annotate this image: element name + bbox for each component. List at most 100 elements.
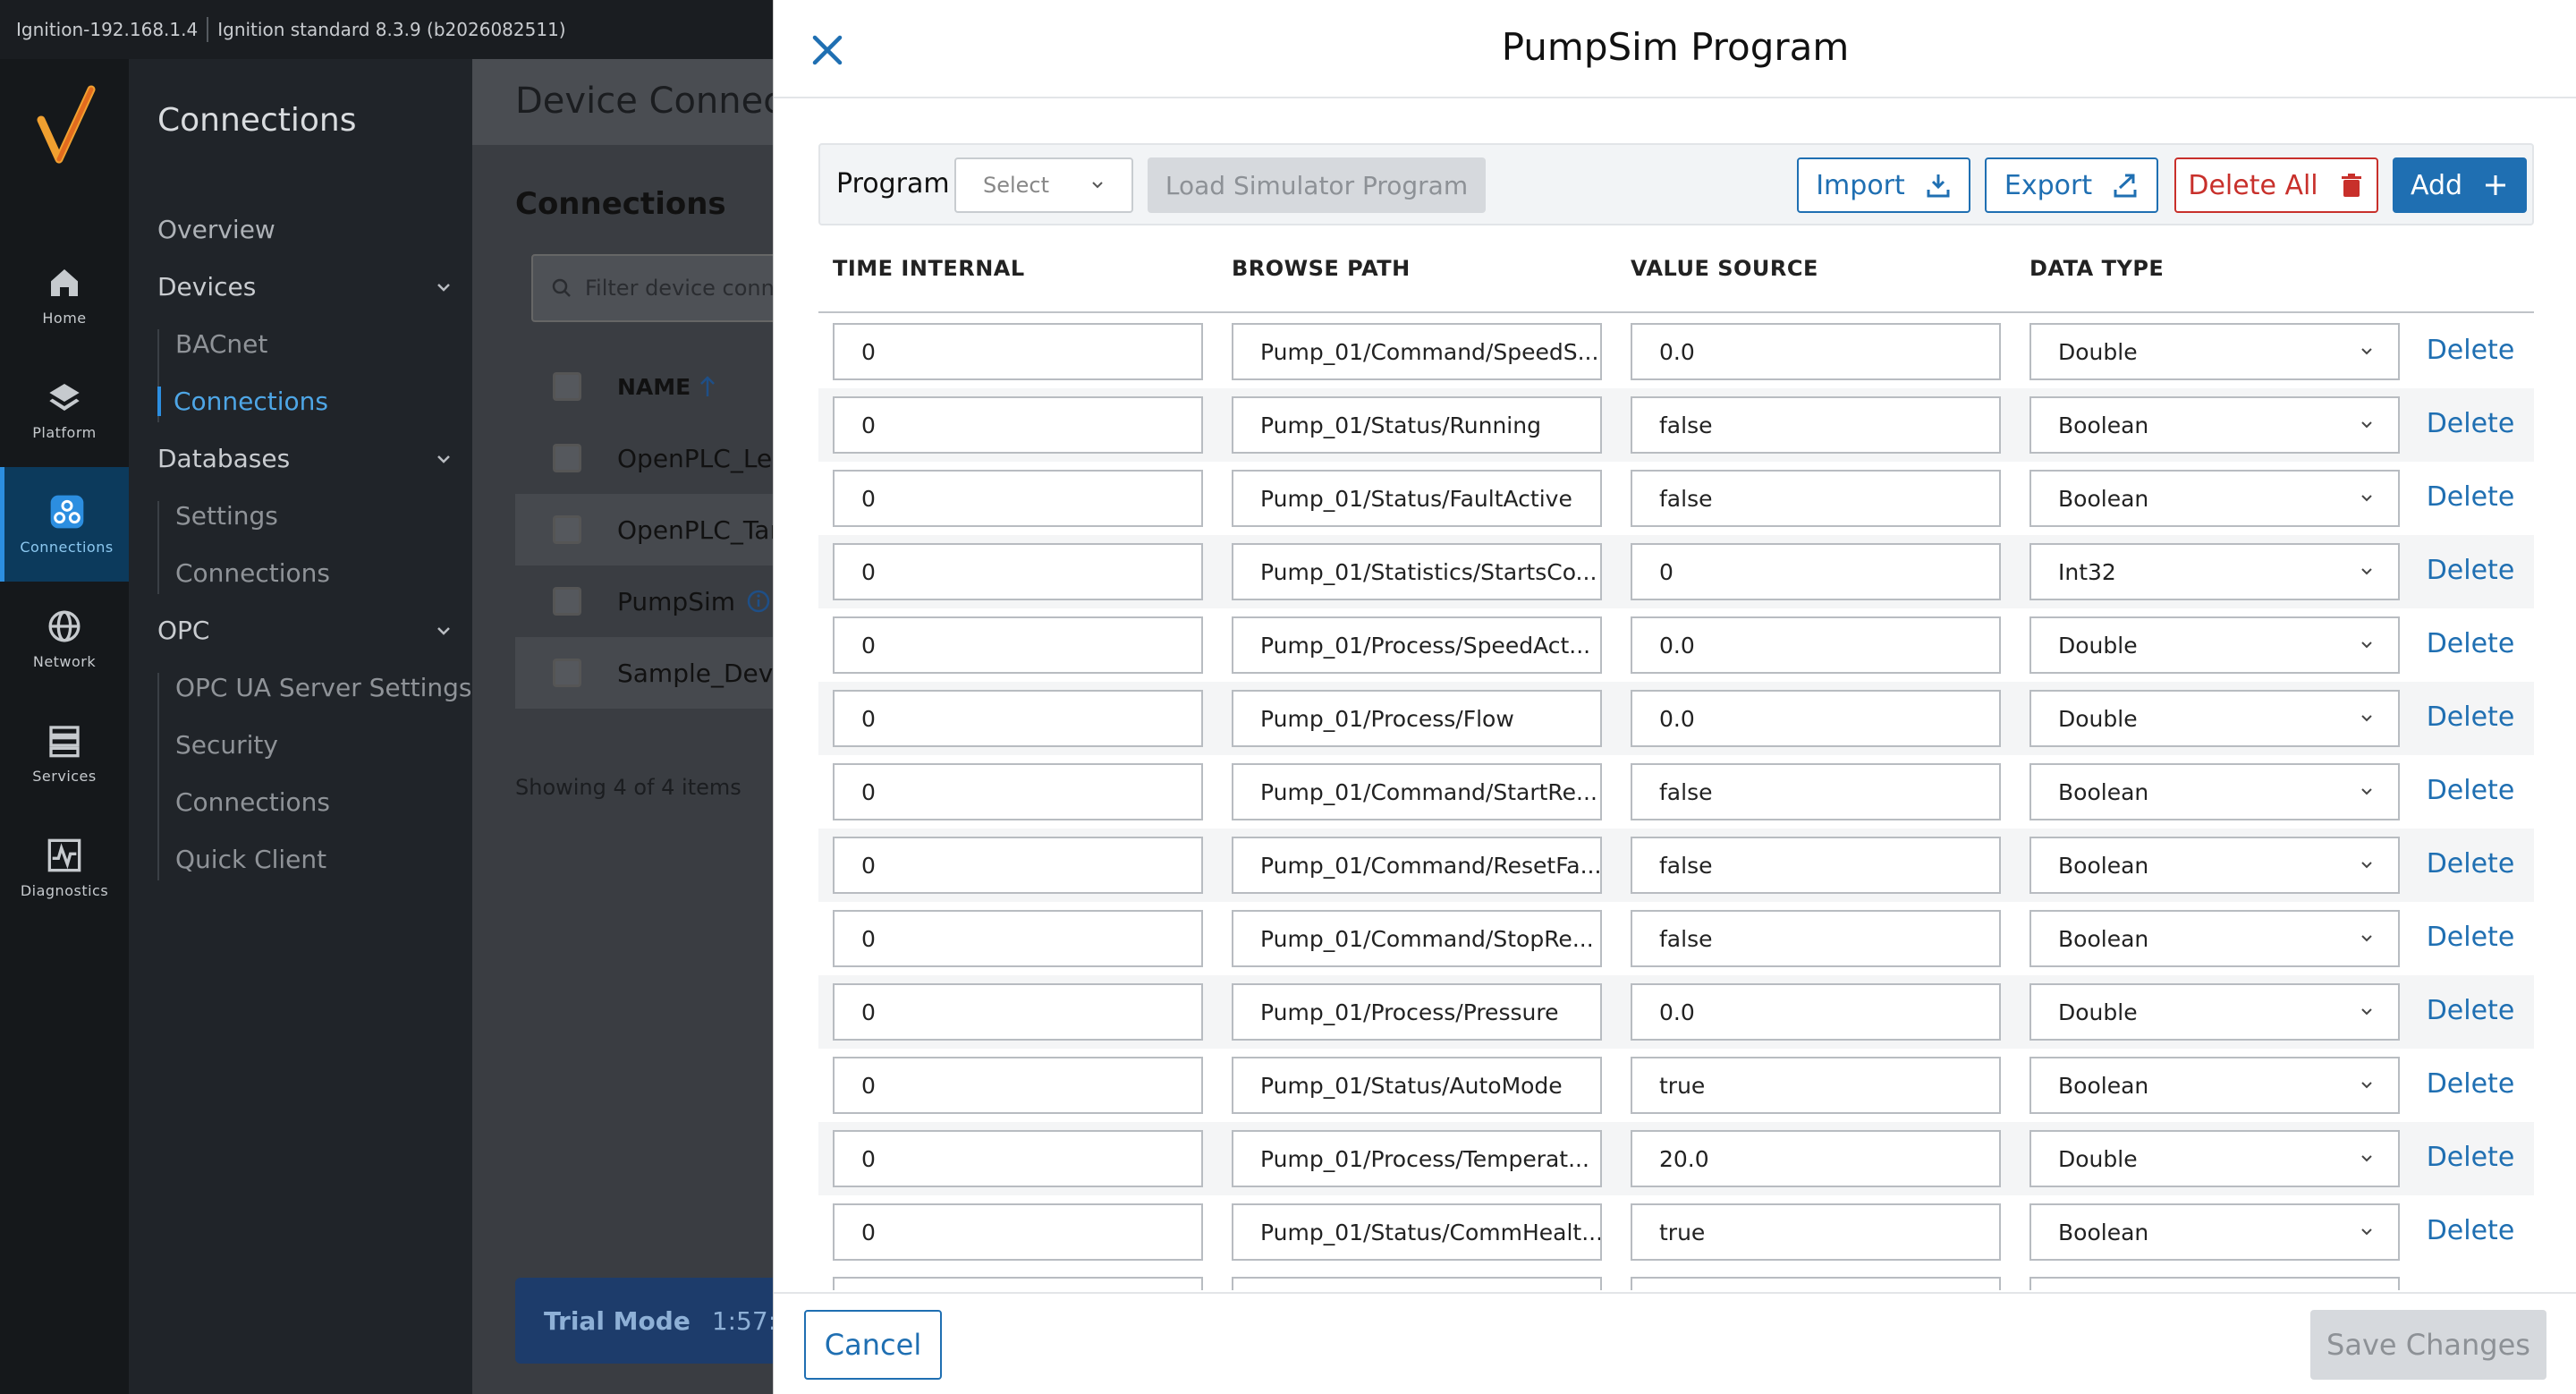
- value-source-input[interactable]: 0.0: [1631, 616, 2001, 674]
- delete-row-button[interactable]: Delete: [2412, 335, 2529, 366]
- data-type-select[interactable]: Boolean: [2029, 470, 2400, 527]
- delete-row-button[interactable]: Delete: [2412, 1068, 2529, 1100]
- value-source-input[interactable]: 20.0: [1631, 1130, 2001, 1187]
- rail-item-diagnostics[interactable]: Diagnostics: [0, 811, 129, 925]
- delete-row-button[interactable]: Delete: [2412, 555, 2529, 586]
- value-source-input[interactable]: [1631, 1277, 2001, 1290]
- data-type-select[interactable]: Double: [2029, 690, 2400, 747]
- nav-group-devices[interactable]: Devices: [157, 272, 453, 302]
- value-source-input[interactable]: false: [1631, 837, 2001, 894]
- row-checkbox[interactable]: [553, 587, 581, 616]
- time-interval-input[interactable]: 0: [833, 837, 1203, 894]
- nav-group-databases[interactable]: Databases: [157, 444, 453, 473]
- nav-db-settings[interactable]: Settings: [170, 501, 278, 531]
- value-source-input[interactable]: 0.0: [1631, 323, 2001, 380]
- time-interval-input[interactable]: 0: [833, 396, 1203, 454]
- time-interval-input[interactable]: 0: [833, 690, 1203, 747]
- data-type-select[interactable]: Int32: [2029, 543, 2400, 600]
- browse-path-input[interactable]: Pump_01/Status/FaultActive: [1232, 470, 1602, 527]
- data-type-select[interactable]: Boolean: [2029, 910, 2400, 967]
- delete-row-button[interactable]: Delete: [2412, 628, 2529, 659]
- browse-path-input[interactable]: Pump_01/Command/SpeedS...: [1232, 323, 1602, 380]
- nav-device-connections[interactable]: Connections: [157, 387, 328, 416]
- rail-item-services[interactable]: Services: [0, 696, 129, 811]
- info-icon[interactable]: [746, 589, 771, 614]
- select-all-checkbox[interactable]: [553, 372, 581, 401]
- nav-overview[interactable]: Overview: [157, 215, 453, 244]
- load-simulator-button[interactable]: Load Simulator Program: [1148, 157, 1486, 213]
- data-type-select[interactable]: Boolean: [2029, 396, 2400, 454]
- time-interval-input[interactable]: 0: [833, 763, 1203, 820]
- rail-item-platform[interactable]: Platform: [0, 353, 129, 467]
- nav-group-opc[interactable]: OPC: [157, 616, 453, 645]
- value-source-input[interactable]: 0.0: [1631, 690, 2001, 747]
- data-type-select[interactable]: Double: [2029, 983, 2400, 1041]
- delete-row-button[interactable]: Delete: [2412, 408, 2529, 439]
- value-source-input[interactable]: true: [1631, 1057, 2001, 1114]
- import-button[interactable]: Import: [1797, 157, 1970, 213]
- delete-row-button[interactable]: Delete: [2412, 775, 2529, 806]
- nav-opc-settings[interactable]: OPC UA Server Settings: [170, 673, 472, 702]
- value-source-input[interactable]: false: [1631, 763, 2001, 820]
- row-checkbox[interactable]: [553, 659, 581, 687]
- value-source-input[interactable]: 0: [1631, 543, 2001, 600]
- browse-path-input[interactable]: Pump_01/Command/StartRe...: [1232, 763, 1602, 820]
- delete-row-button[interactable]: Delete: [2412, 848, 2529, 880]
- delete-row-button[interactable]: Delete: [2412, 922, 2529, 953]
- delete-row-button[interactable]: Delete: [2412, 1215, 2529, 1246]
- data-type-select[interactable]: Double: [2029, 616, 2400, 674]
- delete-all-button[interactable]: Delete All: [2174, 157, 2378, 213]
- time-interval-input[interactable]: 0: [833, 983, 1203, 1041]
- time-interval-input[interactable]: 0: [833, 1130, 1203, 1187]
- browse-path-input[interactable]: Pump_01/Status/Running: [1232, 396, 1602, 454]
- time-interval-input[interactable]: 0: [833, 470, 1203, 527]
- time-interval-input[interactable]: 0: [833, 910, 1203, 967]
- browse-path-input[interactable]: Pump_01/Status/CommHealt...: [1232, 1203, 1602, 1261]
- device-name[interactable]: PumpSim: [617, 587, 735, 616]
- time-interval-input[interactable]: 0: [833, 616, 1203, 674]
- value-source-input[interactable]: false: [1631, 396, 2001, 454]
- data-type-select[interactable]: [2029, 1277, 2400, 1290]
- name-column-header[interactable]: NAME: [617, 374, 691, 400]
- data-type-select[interactable]: Boolean: [2029, 1057, 2400, 1114]
- rail-item-home[interactable]: Home: [0, 238, 129, 353]
- value-source-input[interactable]: false: [1631, 910, 2001, 967]
- nav-db-connections[interactable]: Connections: [170, 558, 330, 588]
- browse-path-input[interactable]: Pump_01/Process/Temperat...: [1232, 1130, 1602, 1187]
- browse-path-input[interactable]: Pump_01/Process/SpeedAct...: [1232, 616, 1602, 674]
- data-type-select[interactable]: Double: [2029, 1130, 2400, 1187]
- data-type-select[interactable]: Boolean: [2029, 763, 2400, 820]
- browse-path-input[interactable]: Pump_01/Command/ResetFa...: [1232, 837, 1602, 894]
- browse-path-input[interactable]: Pump_01/Process/Flow: [1232, 690, 1602, 747]
- browse-path-input[interactable]: [1232, 1277, 1602, 1290]
- value-source-input[interactable]: true: [1631, 1203, 2001, 1261]
- program-select[interactable]: Select: [954, 157, 1133, 213]
- data-type-select[interactable]: Double: [2029, 323, 2400, 380]
- value-source-input[interactable]: false: [1631, 470, 2001, 527]
- nav-bacnet[interactable]: BACnet: [170, 329, 267, 359]
- row-checkbox[interactable]: [553, 444, 581, 472]
- time-interval-input[interactable]: 0: [833, 543, 1203, 600]
- delete-row-button[interactable]: Delete: [2412, 995, 2529, 1026]
- data-type-select[interactable]: Boolean: [2029, 1203, 2400, 1261]
- browse-path-input[interactable]: Pump_01/Process/Pressure: [1232, 983, 1602, 1041]
- export-button[interactable]: Export: [1985, 157, 2158, 213]
- row-checkbox[interactable]: [553, 515, 581, 544]
- value-source-input[interactable]: 0.0: [1631, 983, 2001, 1041]
- browse-path-input[interactable]: Pump_01/Statistics/StartsCo...: [1232, 543, 1602, 600]
- browse-path-input[interactable]: Pump_01/Command/StopRe...: [1232, 910, 1602, 967]
- delete-row-button[interactable]: Delete: [2412, 1142, 2529, 1173]
- time-interval-input[interactable]: [833, 1277, 1203, 1290]
- nav-opc-connections[interactable]: Connections: [170, 787, 330, 817]
- time-interval-input[interactable]: 0: [833, 1203, 1203, 1261]
- time-interval-input[interactable]: 0: [833, 323, 1203, 380]
- delete-row-button[interactable]: Delete: [2412, 481, 2529, 513]
- browse-path-input[interactable]: Pump_01/Status/AutoMode: [1232, 1057, 1602, 1114]
- time-interval-input[interactable]: 0: [833, 1057, 1203, 1114]
- delete-row-button[interactable]: Delete: [2412, 701, 2529, 733]
- add-button[interactable]: Add: [2393, 157, 2527, 213]
- nav-opc-quick-client[interactable]: Quick Client: [170, 845, 326, 874]
- cancel-button[interactable]: Cancel: [804, 1310, 942, 1380]
- sort-ascending-icon[interactable]: [698, 375, 717, 398]
- rail-item-connections[interactable]: Connections: [0, 467, 129, 582]
